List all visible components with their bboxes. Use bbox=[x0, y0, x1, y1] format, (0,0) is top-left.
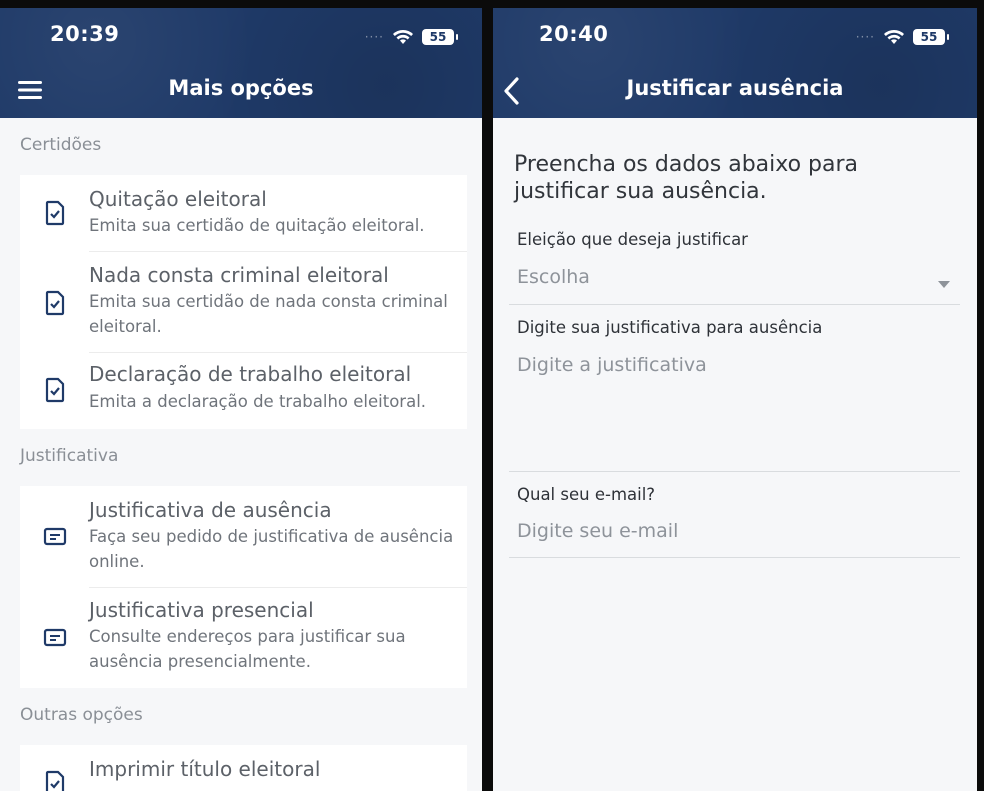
list-item-justificativa-presencial[interactable]: Justificativa presencial Consulte endere… bbox=[20, 588, 467, 688]
top-bar: 20:40 ···· 55 Justificar ausência bbox=[493, 8, 977, 118]
justificativa-card: Justificativa de ausência Faça seu pedid… bbox=[20, 486, 467, 688]
list-item-imprimir-titulo[interactable]: Imprimir título eleitoral bbox=[20, 745, 467, 791]
eleicao-label: Eleição que deseja justificar bbox=[517, 230, 748, 249]
item-title: Justificativa de ausência bbox=[89, 498, 332, 522]
item-subtitle: Emita sua certidão de quitação eleitoral… bbox=[89, 216, 425, 235]
section-label-outras-opcoes: Outras opções bbox=[20, 705, 143, 725]
message-icon bbox=[43, 628, 67, 647]
justificativa-textarea[interactable]: Digite a justificativa bbox=[509, 354, 960, 472]
document-check-icon bbox=[45, 770, 65, 791]
justificativa-label: Digite sua justificativa para ausência bbox=[517, 318, 823, 337]
eleicao-placeholder: Escolha bbox=[517, 266, 590, 288]
status-icons: ···· 55 bbox=[364, 26, 458, 48]
status-time: 20:40 bbox=[539, 22, 609, 46]
list-item-justificativa-ausencia[interactable]: Justificativa de ausência Faça seu pedid… bbox=[20, 486, 467, 587]
certidoes-card: Quitação eleitoral Emita sua certidão de… bbox=[20, 175, 467, 429]
more-options-screen: 20:39 ···· 55 Mais opções Certidões Quit… bbox=[0, 8, 482, 791]
document-check-icon bbox=[45, 290, 65, 316]
justify-absence-screen: 20:40 ···· 55 Justificar ausência Preenc… bbox=[493, 8, 977, 791]
section-label-justificativa: Justificativa bbox=[20, 446, 119, 466]
justify-form: Preencha os dados abaixo para justificar… bbox=[493, 118, 977, 791]
item-subtitle: Emita sua certidão de nada consta crimin… bbox=[89, 292, 448, 336]
document-check-icon bbox=[45, 200, 65, 226]
options-list: Certidões Quitação eleitoral Emita sua c… bbox=[0, 118, 482, 791]
form-intro: Preencha os dados abaixo para justificar… bbox=[514, 152, 859, 204]
signal-icon: ···· bbox=[855, 30, 875, 44]
item-subtitle: Emita a declaração de trabalho eleitoral… bbox=[89, 392, 427, 411]
message-icon bbox=[43, 527, 67, 546]
wifi-icon bbox=[884, 30, 904, 44]
battery-icon: 55 bbox=[913, 29, 949, 45]
item-title: Declaração de trabalho eleitoral bbox=[89, 362, 412, 386]
list-item-quitacao-eleitoral[interactable]: Quitação eleitoral Emita sua certidão de… bbox=[20, 175, 467, 251]
page-title: Justificar ausência bbox=[626, 76, 844, 100]
status-icons: ···· 55 bbox=[855, 26, 949, 48]
dropdown-arrow-icon bbox=[938, 281, 950, 288]
item-title: Imprimir título eleitoral bbox=[89, 757, 321, 781]
item-title: Quitação eleitoral bbox=[89, 187, 267, 211]
list-item-declaracao-trabalho[interactable]: Declaração de trabalho eleitoral Emita a… bbox=[20, 353, 467, 429]
status-time: 20:39 bbox=[50, 22, 120, 46]
item-subtitle: Faça seu pedido de justificativa de ausê… bbox=[89, 527, 454, 571]
wifi-icon bbox=[393, 30, 413, 44]
email-input[interactable]: Digite seu e-mail bbox=[509, 520, 960, 558]
justificativa-placeholder: Digite a justificativa bbox=[517, 354, 707, 376]
item-subtitle: Consulte endereços para justificar sua a… bbox=[89, 627, 406, 671]
battery-icon: 55 bbox=[422, 29, 458, 45]
signal-icon: ···· bbox=[364, 30, 384, 44]
item-title: Justificativa presencial bbox=[89, 598, 314, 622]
list-item-nada-consta-criminal[interactable]: Nada consta criminal eleitoral Emita sua… bbox=[20, 252, 467, 352]
page-title: Mais opções bbox=[168, 76, 314, 100]
document-check-icon bbox=[45, 377, 65, 403]
email-label: Qual seu e-mail? bbox=[517, 485, 656, 504]
email-placeholder: Digite seu e-mail bbox=[517, 520, 679, 542]
item-title: Nada consta criminal eleitoral bbox=[89, 263, 389, 287]
eleicao-select[interactable]: Escolha bbox=[509, 266, 960, 305]
section-label-certidoes: Certidões bbox=[20, 135, 102, 155]
outras-opcoes-card: Imprimir título eleitoral bbox=[20, 745, 467, 791]
top-bar: 20:39 ···· 55 Mais opções bbox=[0, 8, 482, 118]
